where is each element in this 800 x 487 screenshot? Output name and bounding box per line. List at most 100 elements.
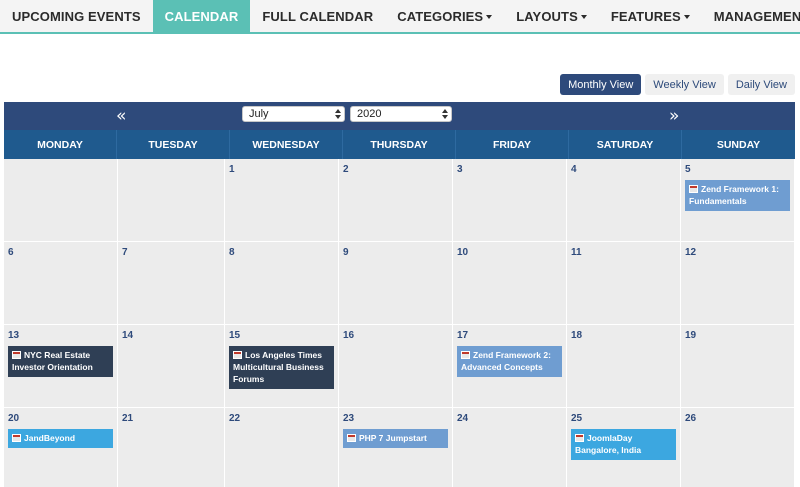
day-cell[interactable]: 1 <box>225 159 339 242</box>
day-cell[interactable]: 14 <box>118 325 225 408</box>
nav-item-features[interactable]: FEATURES <box>599 0 702 32</box>
day-cell[interactable]: 22 <box>225 408 339 487</box>
calendar-event-icon <box>233 351 242 359</box>
day-cell[interactable]: 25 JoomlaDay Bangalore, India <box>567 408 681 487</box>
top-nav: UPCOMING EVENTS CALENDAR FULL CALENDAR CATE… <box>0 0 800 34</box>
day-cell[interactable]: 12 <box>681 242 795 325</box>
day-cell[interactable]: 18 <box>567 325 681 408</box>
day-number[interactable]: 16 <box>343 330 448 342</box>
daily-view-button[interactable]: Daily View <box>727 74 795 95</box>
calendar-event[interactable]: JandBeyond <box>8 429 113 448</box>
day-number[interactable]: 10 <box>457 247 562 259</box>
day-cell[interactable] <box>118 159 225 242</box>
day-number[interactable]: 26 <box>685 413 790 425</box>
select-arrows-icon <box>335 109 341 119</box>
calendar-event-icon <box>12 434 21 442</box>
day-cell[interactable]: 24 <box>453 408 567 487</box>
day-number[interactable]: 9 <box>343 247 448 259</box>
day-cell[interactable]: 21 <box>118 408 225 487</box>
day-cell[interactable]: 9 <box>339 242 453 325</box>
day-number[interactable]: 25 <box>571 413 676 425</box>
calendar-event[interactable]: JoomlaDay Bangalore, India <box>571 429 676 460</box>
day-number[interactable]: 21 <box>122 413 220 425</box>
day-number[interactable]: 3 <box>457 164 562 176</box>
day-number[interactable]: 15 <box>229 330 334 342</box>
weekday-label: TUESDAY <box>117 130 230 159</box>
view-switcher: Monthly View Weekly View Daily View <box>560 74 795 95</box>
weekday-label: MONDAY <box>4 130 117 159</box>
day-cell[interactable] <box>4 159 118 242</box>
weekday-label: FRIDAY <box>456 130 569 159</box>
day-number[interactable]: 12 <box>685 247 790 259</box>
day-cell[interactable]: 17 Zend Framework 2: Advanced Concepts <box>453 325 567 408</box>
day-number[interactable]: 1 <box>229 164 334 176</box>
day-cell[interactable]: 8 <box>225 242 339 325</box>
day-number[interactable] <box>8 164 113 176</box>
caret-down-icon <box>580 15 587 19</box>
day-number[interactable]: 4 <box>571 164 676 176</box>
calendar-event-icon <box>461 351 470 359</box>
weekday-label: SATURDAY <box>569 130 682 159</box>
nav-item-full-calendar[interactable]: FULL CALENDAR <box>250 0 385 32</box>
day-number[interactable]: 8 <box>229 247 334 259</box>
nav-item-label: FULL CALENDAR <box>262 8 374 24</box>
day-number[interactable]: 2 <box>343 164 448 176</box>
calendar-event[interactable]: Zend Framework 1: Fundamentals <box>685 180 790 211</box>
calendar-event[interactable]: PHP 7 Jumpstart <box>343 429 448 448</box>
day-cell[interactable]: 19 <box>681 325 795 408</box>
day-number[interactable]: 20 <box>8 413 113 425</box>
next-month-button[interactable]: » <box>669 106 679 126</box>
weekday-header-row: MONDAY TUESDAY WEDNESDAY THURSDAY FRIDAY SATU… <box>4 130 795 159</box>
day-number[interactable]: 24 <box>457 413 562 425</box>
day-cell[interactable]: 23 PHP 7 Jumpstart <box>339 408 453 487</box>
weekly-view-button[interactable]: Weekly View <box>645 74 724 95</box>
day-cell[interactable]: 7 <box>118 242 225 325</box>
day-cell[interactable]: 10 <box>453 242 567 325</box>
nav-item-management[interactable]: MANAGEMENT <box>702 0 800 32</box>
day-cell[interactable]: 15 Los Angeles Times Multicultural Busine… <box>225 325 339 408</box>
calendar-event-icon <box>575 434 584 442</box>
day-cell[interactable]: 5 Zend Framework 1: Fundamentals <box>681 159 795 242</box>
monthly-view-button[interactable]: Monthly View <box>560 74 642 95</box>
day-number[interactable]: 13 <box>8 330 113 342</box>
calendar-event[interactable]: Zend Framework 2: Advanced Concepts <box>457 346 562 377</box>
nav-item-calendar[interactable]: CALENDAR <box>152 0 251 32</box>
calendar-event[interactable]: Los Angeles Times Multicultural Business… <box>229 346 334 389</box>
day-number[interactable]: 22 <box>229 413 334 425</box>
weekday-label: THURSDAY <box>343 130 456 159</box>
event-title: PHP 7 Jumpstart <box>359 433 427 443</box>
day-cell[interactable]: 20 JandBeyond <box>4 408 118 487</box>
year-select[interactable]: 2020 <box>350 106 452 122</box>
day-number[interactable]: 7 <box>122 247 220 259</box>
day-number[interactable]: 18 <box>571 330 676 342</box>
day-cell[interactable]: 3 <box>453 159 567 242</box>
calendar-event[interactable]: NYC Real Estate Investor Orientation <box>8 346 113 377</box>
day-cell[interactable]: 4 <box>567 159 681 242</box>
month-select-value: July <box>249 108 269 120</box>
day-number[interactable]: 23 <box>343 413 448 425</box>
day-cell[interactable]: 6 <box>4 242 118 325</box>
day-cell[interactable]: 2 <box>339 159 453 242</box>
day-cell[interactable]: 16 <box>339 325 453 408</box>
previous-month-button[interactable]: « <box>116 106 126 126</box>
day-number[interactable]: 19 <box>685 330 790 342</box>
day-number[interactable] <box>122 164 220 176</box>
day-number[interactable]: 11 <box>571 247 676 259</box>
caret-down-icon <box>683 15 690 19</box>
day-cell[interactable]: 26 <box>681 408 795 487</box>
month-select[interactable]: July <box>242 106 345 122</box>
select-arrows-icon <box>442 109 448 119</box>
event-title: JandBeyond <box>24 433 76 443</box>
day-number[interactable]: 14 <box>122 330 220 342</box>
day-cell[interactable]: 11 <box>567 242 681 325</box>
day-number[interactable]: 6 <box>8 247 113 259</box>
day-number[interactable]: 17 <box>457 330 562 342</box>
weekday-label: SUNDAY <box>716 138 761 151</box>
nav-item-upcoming-events[interactable]: UPCOMING EVENTS <box>0 0 153 32</box>
nav-item-layouts[interactable]: LAYOUTS <box>504 0 599 32</box>
event-title: Zend Framework 1: Fundamentals <box>689 184 779 206</box>
day-number[interactable]: 5 <box>685 164 790 176</box>
nav-item-categories[interactable]: CATEGORIES <box>385 0 504 32</box>
day-cell[interactable]: 13 NYC Real Estate Investor Orientation <box>4 325 118 408</box>
weekday-label: WEDNESDAY <box>230 130 343 159</box>
